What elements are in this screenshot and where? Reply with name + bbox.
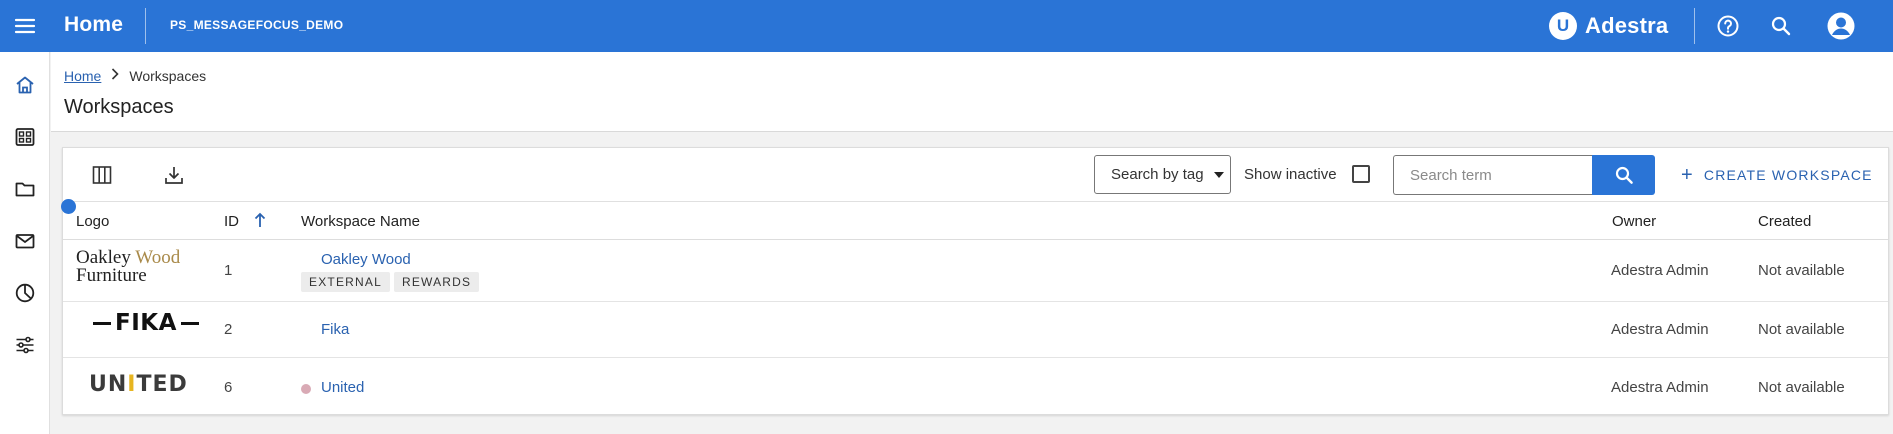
- workspace-id: 6: [224, 379, 233, 396]
- menu-icon[interactable]: [12, 13, 38, 39]
- workspace-id: 1: [224, 262, 233, 279]
- logo-text: FIKA: [115, 310, 177, 336]
- mail-icon[interactable]: [0, 219, 50, 263]
- page-header: Home Workspaces Workspaces: [51, 52, 1893, 132]
- account-name: PS_MESSAGEFOCUS_DEMO: [170, 18, 344, 32]
- sort-ascending-icon[interactable]: [253, 211, 267, 229]
- caret-down-icon: [1213, 171, 1224, 178]
- page-title: Workspaces: [64, 96, 174, 118]
- create-workspace-label: CREATE WORKSPACE: [1703, 167, 1873, 183]
- tag-rewards[interactable]: REWARDS: [393, 272, 480, 292]
- brand-mark-icon: U: [1549, 12, 1577, 40]
- logo-text: Furniture: [76, 265, 147, 286]
- logo-text: TED: [136, 372, 188, 397]
- download-icon[interactable]: [160, 161, 188, 189]
- header-divider: [145, 8, 146, 44]
- brand-name: Adestra: [1585, 13, 1669, 38]
- workspace-created: Not available: [1758, 321, 1845, 338]
- table-row[interactable]: FIKA 2 Fika Adestra Admin Not available: [63, 302, 1888, 358]
- show-inactive-checkbox[interactable]: [1352, 165, 1370, 183]
- tag-select-label: Search by tag: [1111, 166, 1204, 183]
- home-icon[interactable]: [0, 63, 50, 107]
- logo-bar: [93, 321, 111, 325]
- account-icon[interactable]: [1826, 11, 1856, 41]
- column-header-created[interactable]: Created: [1758, 213, 1811, 230]
- folder-icon[interactable]: [0, 167, 50, 211]
- workspace-name-link[interactable]: Fika: [321, 321, 349, 338]
- table-row[interactable]: UNITED 6 United Adestra Admin Not availa…: [63, 358, 1888, 416]
- workspace-name-link[interactable]: United: [321, 379, 364, 396]
- breadcrumb-current: Workspaces: [129, 67, 207, 84]
- app-title[interactable]: Home: [64, 13, 123, 37]
- table-header: Logo ID Workspace Name Owner Created: [61, 199, 1888, 240]
- inactive-status-dot: [301, 384, 311, 394]
- help-icon[interactable]: [1715, 13, 1741, 39]
- search-icon: [1615, 166, 1633, 184]
- create-workspace-button[interactable]: + CREATE WORKSPACE: [1681, 162, 1873, 188]
- dashboard-icon[interactable]: [0, 115, 50, 159]
- logo-text: UN: [89, 372, 128, 397]
- search-input[interactable]: [1393, 155, 1592, 195]
- workspace-created: Not available: [1758, 262, 1845, 279]
- table-row[interactable]: Oakley Wood Furniture 1 Oakley Wood EXTE…: [63, 240, 1888, 302]
- workspace-created: Not available: [1758, 379, 1845, 396]
- plus-icon: +: [1681, 164, 1694, 186]
- workspace-id: 2: [224, 321, 233, 338]
- search-by-tag-select[interactable]: Search by tag: [1094, 155, 1231, 194]
- columns-icon[interactable]: [88, 161, 116, 189]
- show-inactive-label: Show inactive: [1244, 166, 1337, 183]
- settings-sliders-icon[interactable]: [0, 323, 50, 367]
- column-header-workspace-name[interactable]: Workspace Name: [301, 213, 420, 230]
- tag-list: EXTERNAL REWARDS: [301, 272, 483, 292]
- workspace-owner: Adestra Admin: [1611, 321, 1709, 338]
- search-button[interactable]: [1592, 155, 1655, 195]
- side-navigation: [0, 52, 50, 434]
- logo-bar: [180, 321, 199, 325]
- workspace-owner: Adestra Admin: [1611, 379, 1709, 396]
- workspaces-card: Search by tag Show inactive + CREATE WOR…: [61, 147, 1889, 416]
- breadcrumb: Home Workspaces: [64, 67, 206, 84]
- column-header-owner[interactable]: Owner: [1612, 213, 1656, 230]
- reports-icon[interactable]: [0, 271, 50, 315]
- status-indicator-dot: [61, 199, 76, 214]
- top-app-bar: Home PS_MESSAGEFOCUS_DEMO U Adestra: [0, 0, 1893, 52]
- oakley-wood-logo: Oakley Wood Furniture: [76, 248, 180, 286]
- workspace-owner: Adestra Admin: [1611, 262, 1709, 279]
- tag-external[interactable]: EXTERNAL: [301, 272, 390, 292]
- breadcrumb-home-link[interactable]: Home: [64, 68, 101, 84]
- column-header-id[interactable]: ID: [224, 213, 239, 230]
- chevron-right-icon: [109, 67, 121, 84]
- table-toolbar: Search by tag Show inactive + CREATE WOR…: [63, 148, 1888, 202]
- column-header-logo[interactable]: Logo: [76, 213, 109, 230]
- search-icon[interactable]: [1768, 13, 1794, 39]
- brand-logo: U Adestra: [1549, 11, 1668, 41]
- fika-logo: FIKA: [93, 310, 199, 336]
- header-divider: [1694, 8, 1695, 44]
- united-logo: UNITED: [89, 372, 188, 397]
- workspace-name-link[interactable]: Oakley Wood: [321, 251, 411, 268]
